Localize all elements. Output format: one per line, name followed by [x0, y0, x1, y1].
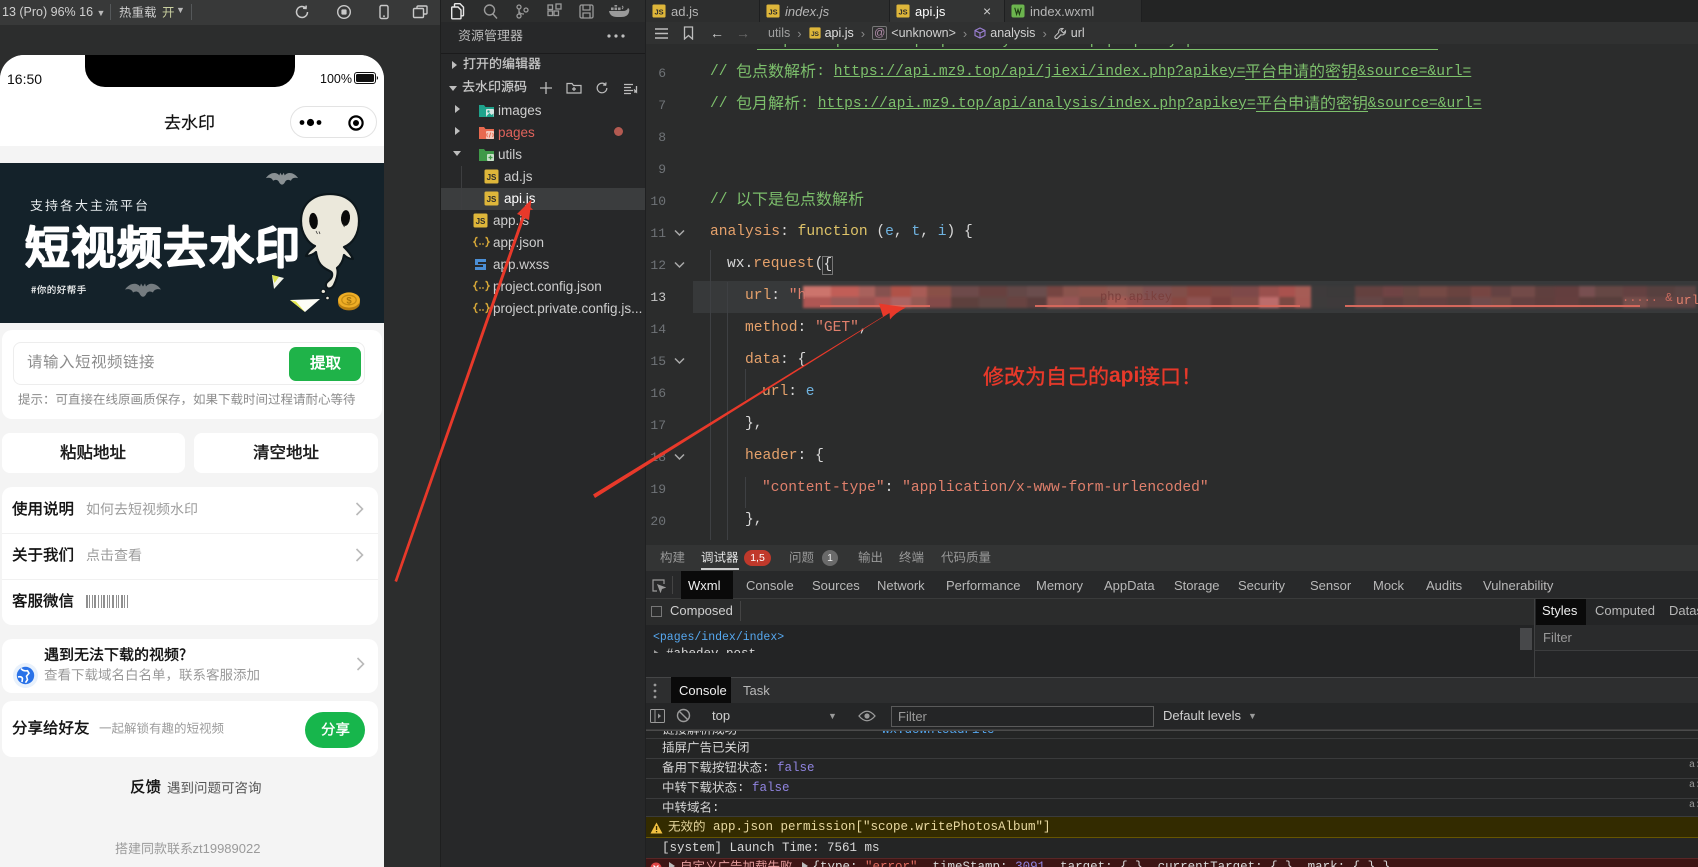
svg-text:$: $ [346, 296, 352, 307]
svg-text:JS: JS [487, 195, 497, 204]
svg-text:JS: JS [476, 217, 486, 226]
svg-text:JS: JS [487, 173, 497, 182]
svg-text:JS: JS [768, 7, 777, 16]
svg-text:JS: JS [654, 7, 663, 16]
svg-text:JS: JS [811, 31, 820, 38]
svg-text:JS: JS [898, 7, 907, 16]
